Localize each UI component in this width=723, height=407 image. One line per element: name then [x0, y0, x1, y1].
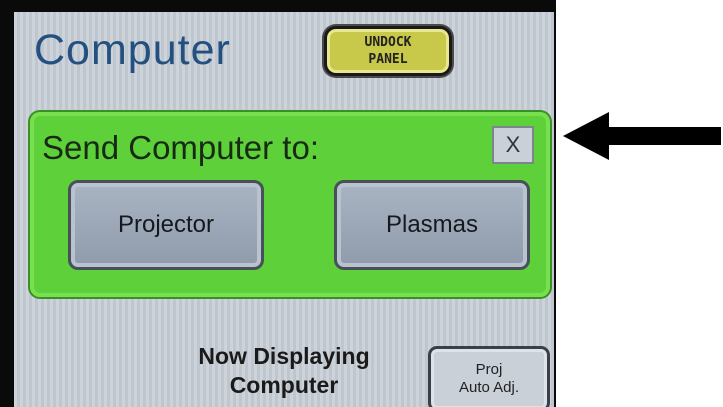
- touch-panel-screen: Computer UNDOCK PANEL Send Computer to: …: [14, 12, 554, 407]
- now-displaying-status: Now Displaying Computer: [164, 342, 404, 400]
- close-button[interactable]: X: [492, 126, 534, 164]
- send-computer-popup: Send Computer to: X Projector Plasmas: [30, 112, 550, 297]
- auto-adjust-line1: Proj: [475, 361, 503, 378]
- undock-label-line2: PANEL: [368, 52, 408, 67]
- page-title: Computer: [34, 26, 231, 74]
- auto-adjust-line2: Auto Adj.: [458, 379, 520, 396]
- popup-title: Send Computer to:: [42, 129, 319, 166]
- undock-label-line1: UNDOCK: [364, 35, 412, 50]
- touch-panel-bezel: Computer UNDOCK PANEL Send Computer to: …: [0, 0, 556, 407]
- status-line1: Now Displaying: [198, 343, 370, 369]
- undock-panel-button[interactable]: UNDOCK PANEL: [324, 26, 452, 76]
- plasmas-button[interactable]: Plasmas: [334, 180, 530, 270]
- proj-auto-adjust-button[interactable]: Proj Auto Adj.: [428, 346, 550, 407]
- left-arrow-icon: [563, 112, 721, 160]
- status-line2: Computer: [229, 372, 339, 398]
- projector-button[interactable]: Projector: [68, 180, 264, 270]
